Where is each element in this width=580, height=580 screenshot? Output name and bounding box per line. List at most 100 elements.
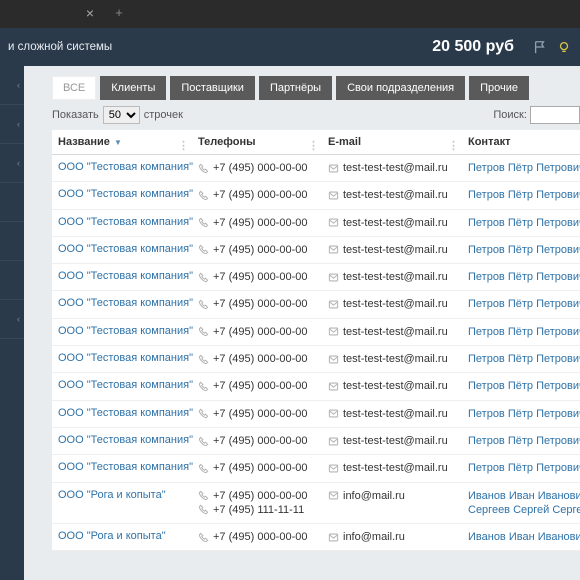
email-value: test-test-test@mail.ru (343, 298, 448, 310)
sidebar-item[interactable] (0, 261, 24, 300)
company-link[interactable]: ООО "Тестовая компания" (58, 379, 193, 391)
table-row: ООО "Тестовая компания"+7 (495) 000-00-0… (52, 155, 580, 182)
search-input[interactable] (530, 106, 580, 124)
flag-icon[interactable] (532, 39, 548, 55)
company-link[interactable]: ООО "Рога и копыта" (58, 530, 166, 542)
page-size-select[interactable]: 50 (103, 106, 140, 124)
contact-link[interactable]: Петров Пётр Петрович (468, 380, 580, 392)
email-value: test-test-test@mail.ru (343, 462, 448, 474)
phone-value: +7 (495) 000-00-00 (213, 531, 307, 543)
phone-value: +7 (495) 000-00-00 (213, 189, 307, 201)
company-link[interactable]: ООО "Тестовая компания" (58, 297, 193, 309)
chevron-left-icon: ‹ (17, 158, 20, 168)
mail-icon (328, 272, 339, 283)
phone-value: +7 (495) 000-00-00 (213, 244, 307, 256)
phone-value: +7 (495) 000-00-00 (213, 217, 307, 229)
chevron-left-icon: ‹ (17, 314, 20, 324)
page-title: и сложной системы (8, 41, 112, 53)
sidebar-item[interactable]: ‹ (0, 105, 24, 144)
contact-link[interactable]: Петров Пётр Петрович (468, 271, 580, 283)
contact-link[interactable]: Петров Пётр Петрович (468, 435, 580, 447)
contact-link[interactable]: Иванов Иван Иванович (468, 490, 580, 502)
phone-icon (198, 532, 209, 543)
phone-value: +7 (495) 000-00-00 (213, 435, 307, 447)
phone-icon (198, 272, 209, 283)
contact-link[interactable]: Петров Пётр Петрович (468, 326, 580, 338)
tab-new-icon[interactable]: + (112, 6, 126, 20)
company-link[interactable]: ООО "Тестовая компания" (58, 352, 193, 364)
email-value: test-test-test@mail.ru (343, 271, 448, 283)
table-row: ООО "Рога и копыта"+7 (495) 000-00-00+7 … (52, 482, 580, 524)
phone-icon (198, 490, 209, 501)
filter-tab[interactable]: Клиенты (100, 76, 166, 100)
contact-link[interactable]: Петров Пётр Петрович (468, 217, 580, 229)
company-link[interactable]: ООО "Тестовая компания" (58, 243, 193, 255)
company-link[interactable]: ООО "Тестовая компания" (58, 407, 193, 419)
contact-link[interactable]: Петров Пётр Петрович (468, 162, 580, 174)
search-label: Поиск: (493, 109, 527, 121)
company-link[interactable]: ООО "Тестовая компания" (58, 270, 193, 282)
table-row: ООО "Тестовая компания"+7 (495) 000-00-0… (52, 346, 580, 373)
contact-link[interactable]: Сергеев Сергей Сергеевич (468, 504, 580, 516)
column-header[interactable]: Телефоны⋮ (192, 130, 322, 155)
company-link[interactable]: ООО "Тестовая компания" (58, 461, 193, 473)
contact-link[interactable]: Петров Пётр Петрович (468, 189, 580, 201)
mail-icon (328, 354, 339, 365)
filter-tab[interactable]: Партнёры (259, 76, 332, 100)
phone-value: +7 (495) 000-00-00 (213, 271, 307, 283)
phone-icon (198, 354, 209, 365)
mail-icon (328, 163, 339, 174)
tab-close-icon[interactable]: × (84, 7, 96, 19)
contact-link[interactable]: Петров Пётр Петрович (468, 353, 580, 365)
sidebar-item[interactable] (0, 222, 24, 261)
phone-icon (198, 408, 209, 419)
contact-link[interactable]: Иванов Иван Иванович (468, 531, 580, 543)
sidebar-item[interactable]: ‹ (0, 144, 24, 183)
mail-icon (328, 532, 339, 543)
email-value: test-test-test@mail.ru (343, 217, 448, 229)
phone-icon (198, 244, 209, 255)
contact-link[interactable]: Петров Пётр Петрович (468, 462, 580, 474)
company-link[interactable]: ООО "Тестовая компания" (58, 434, 193, 446)
company-link[interactable]: ООО "Тестовая компания" (58, 216, 193, 228)
filter-tab[interactable]: Прочие (469, 76, 529, 100)
mail-icon (328, 299, 339, 310)
phone-value: +7 (495) 000-00-00 (213, 298, 307, 310)
company-link[interactable]: ООО "Рога и копыта" (58, 489, 166, 501)
page-size-suffix: строчек (144, 109, 183, 121)
phone-icon (198, 163, 209, 174)
mail-icon (328, 326, 339, 337)
sidebar-item[interactable] (0, 183, 24, 222)
contact-link[interactable]: Петров Пётр Петрович (468, 298, 580, 310)
column-header[interactable]: Контакт⋮ (462, 130, 580, 155)
mail-icon (328, 381, 339, 392)
mail-icon (328, 190, 339, 201)
bulb-icon[interactable] (556, 39, 572, 55)
mail-icon (328, 244, 339, 255)
sort-handle-icon: ⋮ (178, 139, 188, 152)
contact-link[interactable]: Петров Пётр Петрович (468, 244, 580, 256)
email-value: test-test-test@mail.ru (343, 244, 448, 256)
sort-asc-icon: ▼ (114, 138, 122, 147)
mail-icon (328, 217, 339, 228)
phone-icon (198, 381, 209, 392)
chevron-left-icon: ‹ (17, 80, 20, 90)
filter-tab[interactable]: Поставщики (170, 76, 255, 100)
sidebar-item[interactable]: ‹ (0, 300, 24, 339)
filter-tab[interactable]: Свои подразделения (336, 76, 465, 100)
filter-tabs: ВСЕКлиентыПоставщикиПартнёрыСвои подразд… (52, 76, 580, 100)
phone-value: +7 (495) 000-00-00 (213, 408, 307, 420)
column-header[interactable]: Название▼⋮ (52, 130, 192, 155)
phone-icon (198, 463, 209, 474)
company-link[interactable]: ООО "Тестовая компания" (58, 161, 193, 173)
table-row: ООО "Тестовая компания"+7 (495) 000-00-0… (52, 318, 580, 345)
contact-link[interactable]: Петров Пётр Петрович (468, 408, 580, 420)
mail-icon (328, 436, 339, 447)
company-link[interactable]: ООО "Тестовая компания" (58, 325, 193, 337)
filter-tab[interactable]: ВСЕ (52, 76, 96, 100)
browser-tab-bar: × + (0, 0, 580, 28)
sidebar-item[interactable]: ‹ (0, 66, 24, 105)
column-header[interactable]: E-mail⋮ (322, 130, 462, 155)
company-link[interactable]: ООО "Тестовая компания" (58, 188, 193, 200)
table-row: ООО "Тестовая компания" +7 (495) 000-00-0… (52, 236, 580, 263)
